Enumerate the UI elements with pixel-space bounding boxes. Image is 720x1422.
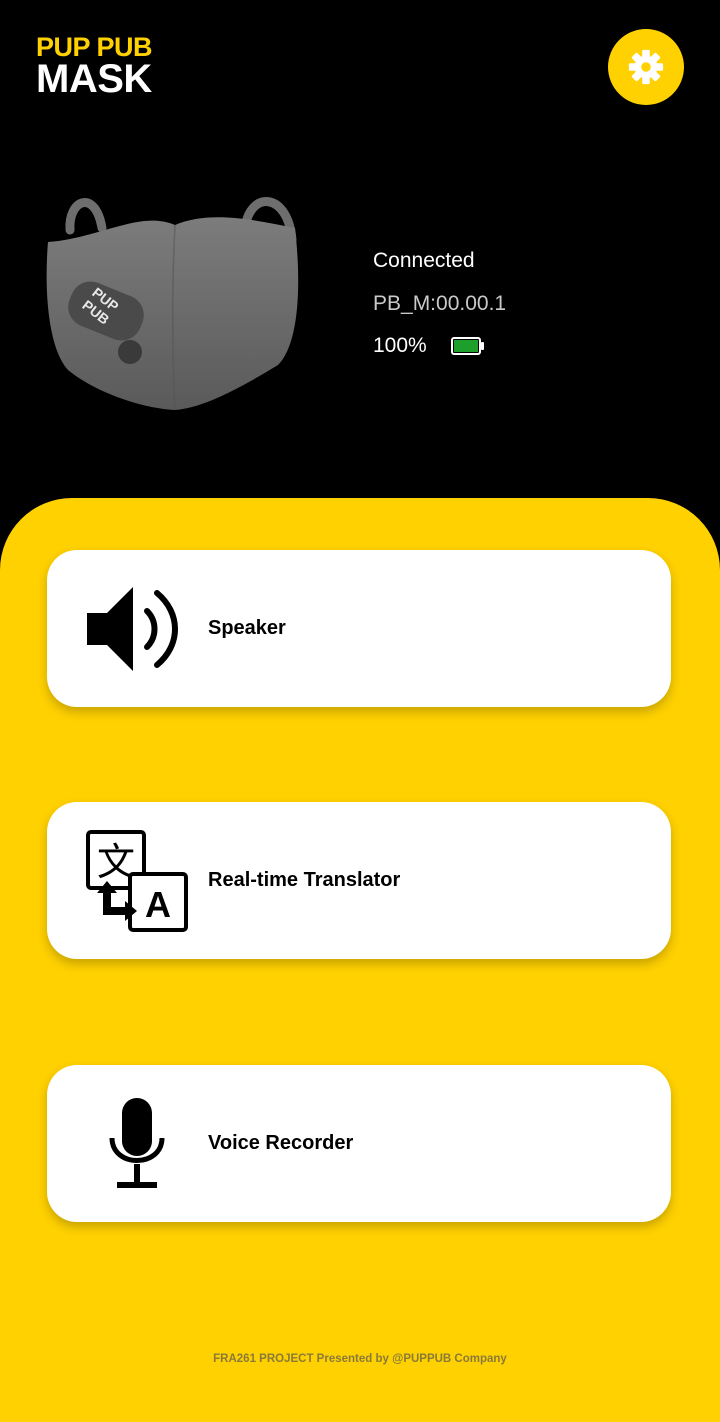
- translator-label: Real-time Translator: [208, 869, 401, 891]
- app-logo: PUP PUB MASK: [36, 34, 153, 101]
- voice-recorder-label: Voice Recorder: [208, 1132, 354, 1154]
- microphone-icon: [109, 1097, 165, 1188]
- brand-bottom-text: MASK: [36, 57, 152, 101]
- svg-text:A: A: [145, 884, 171, 925]
- feature-panel: Speaker 文 A Real-time Translator Voice R…: [0, 498, 720, 1422]
- battery-percent: 100%: [373, 334, 427, 357]
- speaker-icon: [87, 586, 178, 671]
- voice-recorder-card[interactable]: Voice Recorder: [47, 1065, 671, 1222]
- device-status-panel: Connected PB_M:00.00.1 100%: [373, 249, 506, 358]
- battery-icon: [450, 337, 484, 355]
- speaker-card[interactable]: Speaker: [47, 550, 671, 707]
- face-mask-image: PUP PUB: [46, 197, 299, 411]
- settings-button[interactable]: [608, 29, 684, 105]
- translator-card[interactable]: 文 A Real-time Translator: [47, 802, 671, 959]
- battery-row: 100%: [373, 334, 506, 358]
- translate-icon: 文 A: [86, 829, 188, 932]
- header: PUP PUB MASK PUP PUB Connected PB_M:00.0…: [0, 0, 720, 500]
- device-id: PB_M:00.00.1: [373, 292, 507, 315]
- gear-icon: [628, 49, 664, 85]
- footer-text: FRA261 PROJECT Presented by @PUPPUB Comp…: [213, 1353, 507, 1365]
- connection-status: Connected: [373, 249, 475, 272]
- speaker-label: Speaker: [208, 617, 286, 639]
